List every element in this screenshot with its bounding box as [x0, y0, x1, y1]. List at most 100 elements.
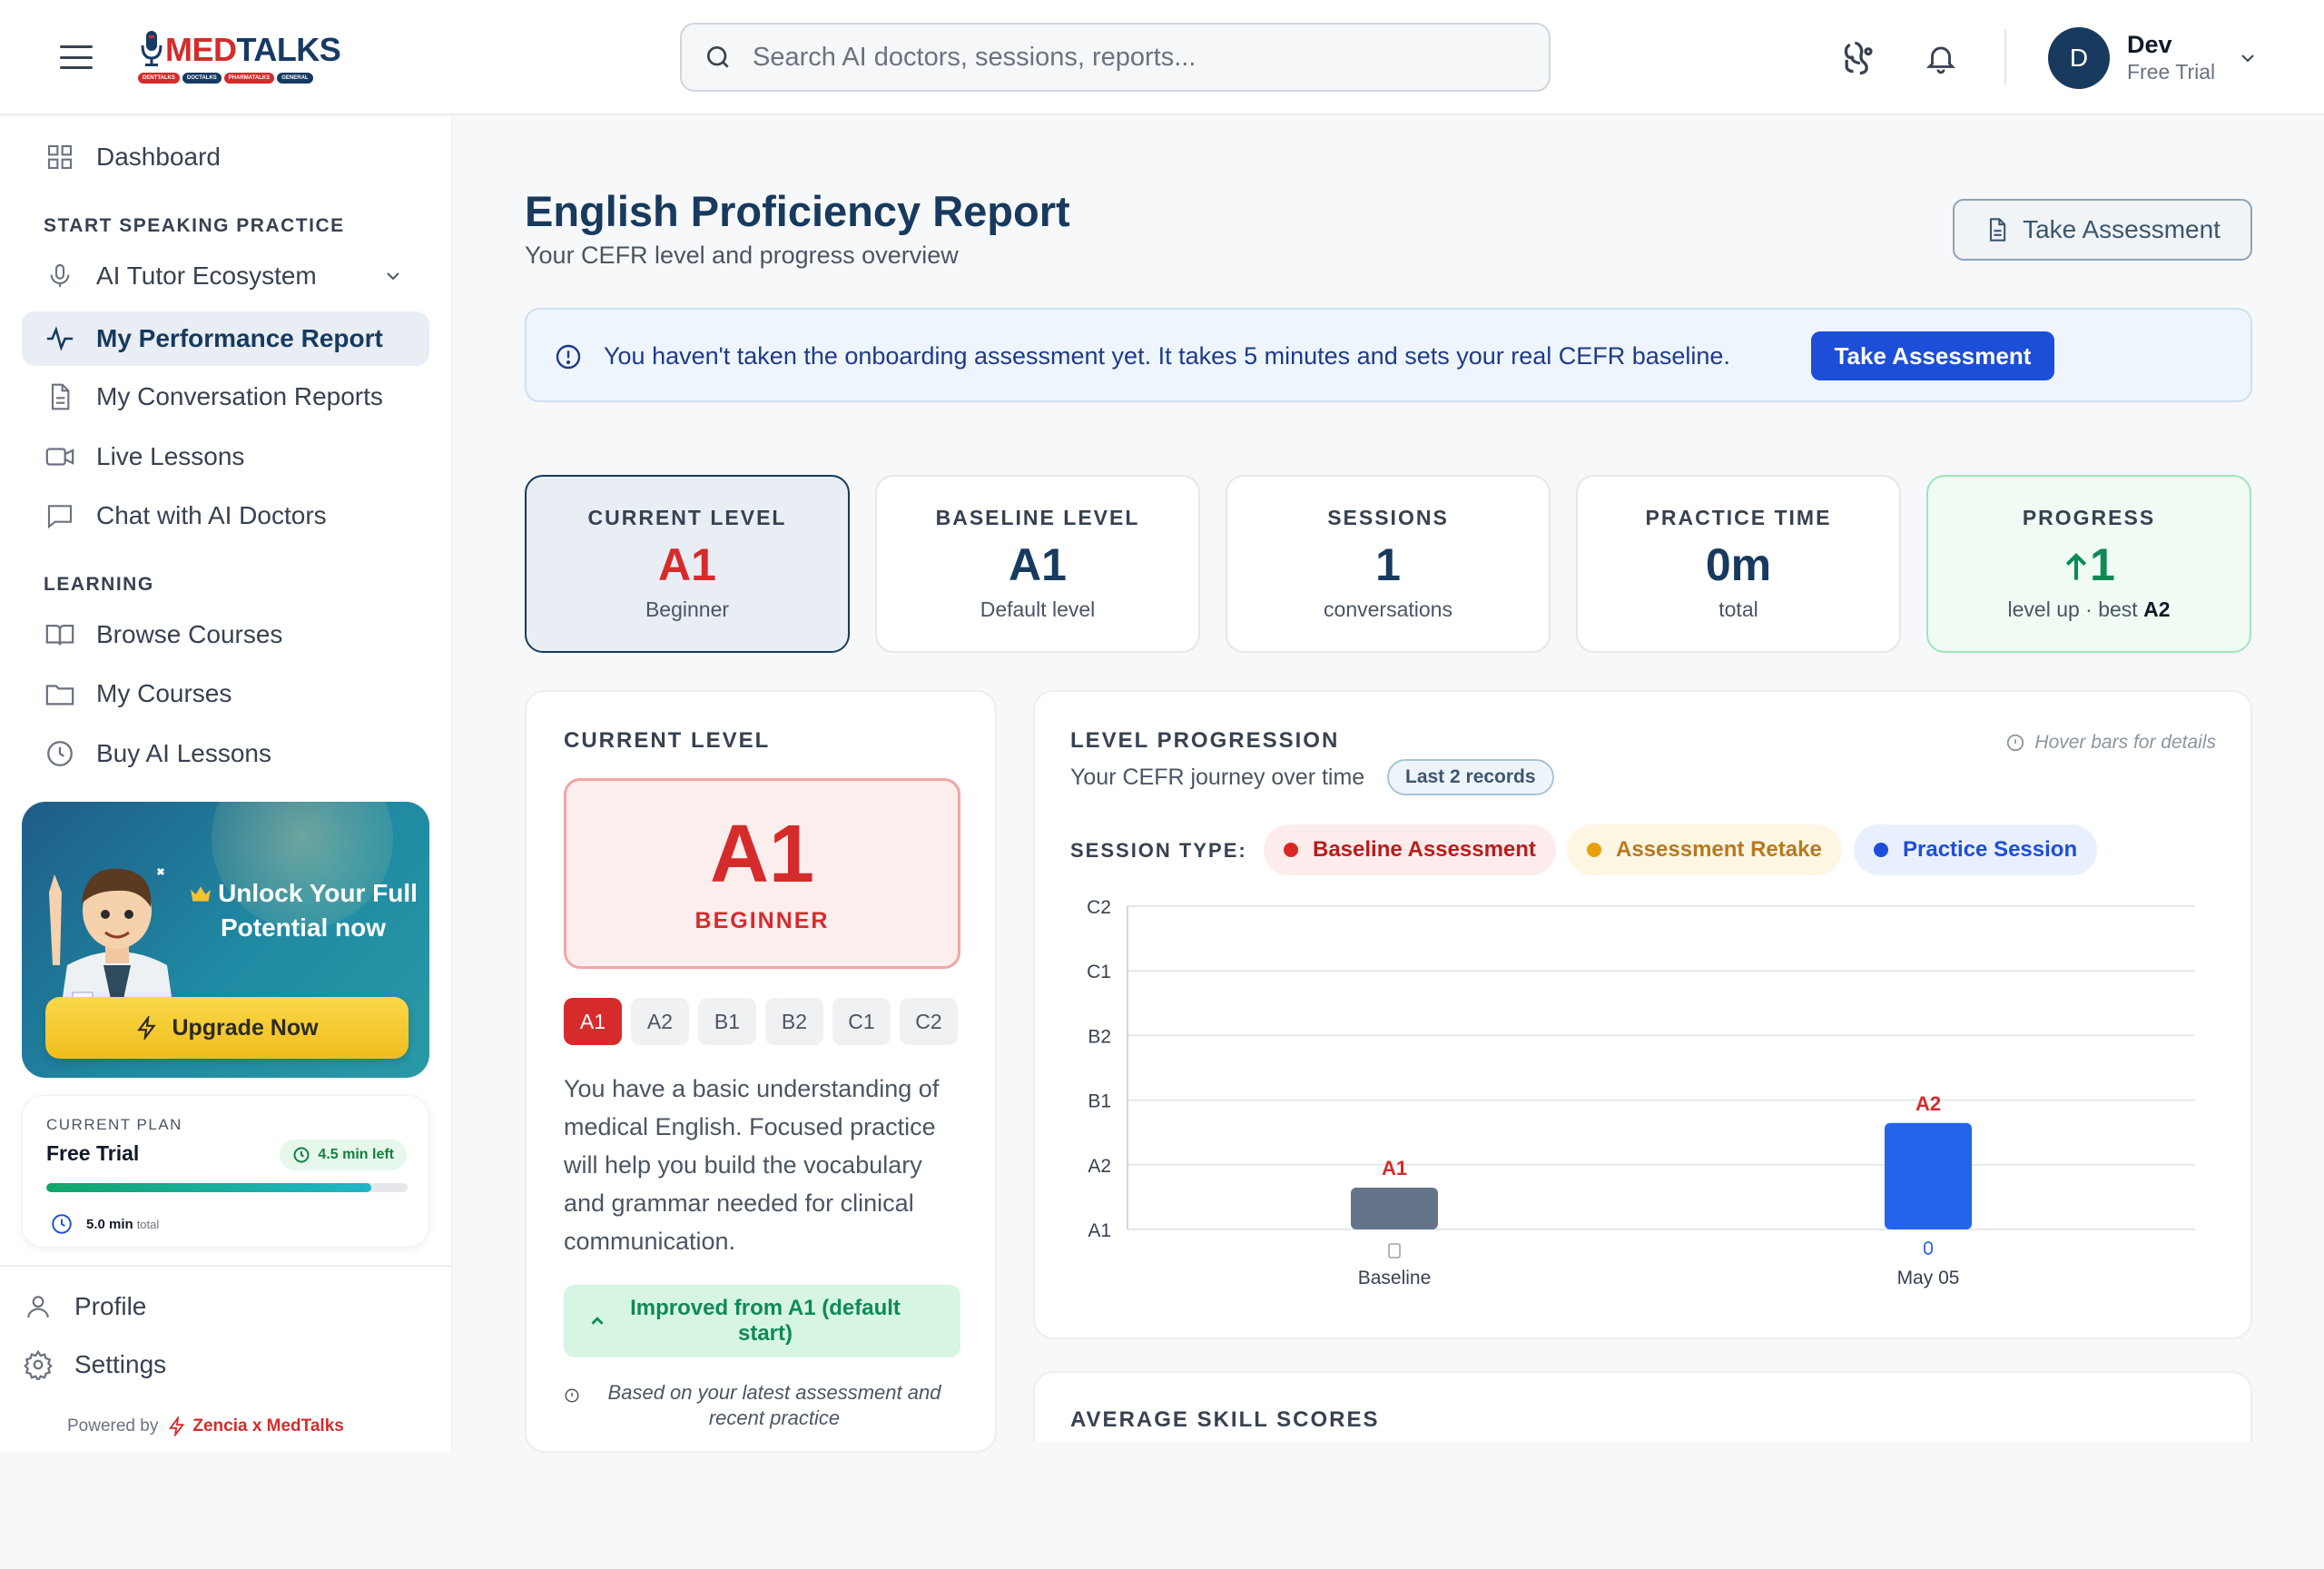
stat-label: PROGRESS: [2022, 506, 2156, 529]
info-circle-icon: [556, 344, 581, 370]
legend-dot: [1284, 843, 1298, 857]
stat-card-progress[interactable]: PROGRESS 1 level up · best A2: [1926, 475, 2251, 653]
take-assessment-button[interactable]: Take Assessment: [1953, 199, 2252, 261]
sidebar-item-label: AI Tutor Ecosystem: [96, 262, 317, 290]
document-icon: [1990, 218, 2006, 242]
stat-label: PRACTICE TIME: [1645, 506, 1832, 529]
y-tick-label: B2: [1088, 1026, 1111, 1047]
clock-icon: [293, 1147, 310, 1163]
assessment-alert-banner: You haven't taken the onboarding assessm…: [525, 308, 2252, 402]
stat-card-practice-time[interactable]: PRACTICE TIME 0m total: [1576, 475, 1901, 653]
level-chip[interactable]: A1: [564, 998, 622, 1045]
sidebar: Dashboard START SPEAKING PRACTICE AI Tut…: [0, 117, 452, 1453]
brand-name: MEDTALKS: [165, 31, 341, 68]
alert-take-assessment-button[interactable]: Take Assessment: [1811, 331, 2054, 380]
plan-total: 5.0 min total: [50, 1212, 159, 1236]
level-chip[interactable]: A2: [631, 998, 689, 1045]
session-type-label: SESSION TYPE:: [1070, 839, 1247, 862]
sidebar-item-browse-courses[interactable]: Browse Courses: [22, 607, 429, 662]
top-bar: MEDTALKS DENTTALKS DOCTALKS PHARMATALKS …: [0, 0, 2324, 115]
page-subtitle: Your CEFR level and progress overview: [525, 242, 959, 269]
legend-practice-session[interactable]: Practice Session: [1854, 824, 2098, 875]
sidebar-item-dashboard[interactable]: Dashboard: [22, 130, 429, 184]
level-chip[interactable]: C2: [900, 998, 958, 1045]
sidebar-item-ai-tutor[interactable]: AI Tutor Ecosystem: [22, 249, 429, 303]
search-input[interactable]: [753, 42, 1497, 73]
lightning-icon: [137, 1016, 157, 1040]
legend-dot: [1587, 843, 1601, 857]
logo-pill: PHARMATALKS: [223, 73, 275, 84]
clock-icon: [44, 737, 76, 770]
logo-pill: DOCTALKS: [182, 73, 222, 84]
stat-value: 1: [1928, 538, 2250, 591]
search-bar[interactable]: [680, 23, 1551, 92]
gear-icon: [22, 1348, 54, 1381]
stat-value: 1: [1375, 539, 1401, 590]
sidebar-item-conversation-reports[interactable]: My Conversation Reports: [22, 370, 429, 424]
level-code: A1: [709, 809, 815, 900]
chevron-down-icon[interactable]: [2237, 47, 2259, 69]
powered-brand-link[interactable]: Zencia x MedTalks: [167, 1416, 344, 1436]
search-icon: [707, 46, 729, 68]
stat-label: CURRENT LEVEL: [587, 506, 787, 529]
hamburger-menu-icon[interactable]: [60, 45, 93, 69]
level-chip-row: A1 A2 B1 B2 C1 C2: [564, 998, 958, 1045]
medical-assistant-icon[interactable]: [1837, 36, 1880, 80]
stat-card-sessions[interactable]: SESSIONS 1 conversations: [1226, 475, 1551, 653]
level-badge: A1 BEGINNER: [564, 778, 960, 969]
y-tick-label: A1: [1088, 1220, 1111, 1241]
level-chip[interactable]: C1: [832, 998, 891, 1045]
y-tick-label: B1: [1088, 1091, 1111, 1112]
stat-caption: conversations: [1324, 597, 1452, 621]
user-icon: [22, 1290, 54, 1323]
sidebar-item-label: Dashboard: [96, 143, 221, 171]
level-description: You have a basic understanding of medica…: [564, 1075, 940, 1255]
upgrade-promo-card: Unlock Your Full Potential now Upgrade N…: [22, 802, 429, 1078]
sidebar-item-profile[interactable]: Profile: [0, 1279, 408, 1334]
microphone-icon: [1924, 1241, 1933, 1255]
chat-bubble-icon: [44, 499, 76, 532]
stat-card-baseline-level[interactable]: BASELINE LEVEL A1 Default level: [875, 475, 1200, 653]
level-chip[interactable]: B2: [765, 998, 823, 1045]
stat-caption: Beginner: [645, 597, 730, 621]
hover-hint: Hover bars for details: [2005, 732, 2216, 754]
upgrade-now-button[interactable]: Upgrade Now: [45, 997, 409, 1059]
sidebar-item-my-courses[interactable]: My Courses: [22, 666, 429, 721]
medtalks-logo[interactable]: MEDTALKS DENTTALKS DOCTALKS PHARMATALKS …: [136, 25, 341, 89]
promo-title: Unlock Your Full Potential now: [185, 876, 421, 945]
user-name[interactable]: Dev: [2127, 31, 2172, 59]
logo-pills: DENTTALKS DOCTALKS PHARMATALKS GENERAL: [138, 73, 313, 84]
legend-assessment-retake[interactable]: Assessment Retake: [1567, 824, 1842, 875]
user-plan: Free Trial: [2127, 60, 2216, 84]
take-assessment-label: Take Assessment: [2023, 215, 2221, 243]
sidebar-item-chat-doctors[interactable]: Chat with AI Doctors: [22, 488, 429, 543]
clock-icon: [52, 1214, 72, 1234]
section-heading-speaking: START SPEAKING PRACTICE: [44, 215, 345, 236]
legend-baseline-assessment[interactable]: Baseline Assessment: [1264, 824, 1556, 875]
card-title: AVERAGE SKILL SCORES: [1070, 1407, 1380, 1432]
header-divider: [2004, 29, 2006, 85]
notification-bell-icon[interactable]: [1919, 36, 1963, 80]
chevron-down-icon[interactable]: [382, 265, 404, 287]
y-tick-label: C2: [1087, 897, 1111, 918]
bar-value-label: A2: [1915, 1092, 1941, 1115]
stat-value: A1: [658, 539, 716, 590]
plan-usage-bar: [46, 1183, 408, 1192]
page-title: English Proficiency Report: [525, 187, 1070, 235]
sidebar-item-settings[interactable]: Settings: [0, 1337, 408, 1392]
sidebar-item-buy-lessons[interactable]: Buy AI Lessons: [22, 726, 429, 781]
current-level-card: CURRENT LEVEL A1 BEGINNER A1 A2 B1 B2 C1…: [525, 690, 997, 1453]
level-chip[interactable]: B1: [698, 998, 756, 1045]
sidebar-item-label: Chat with AI Doctors: [96, 501, 327, 529]
logo-pill: GENERAL: [277, 73, 313, 84]
stat-caption: level up · best A2: [2007, 597, 2171, 621]
plan-usage-fill: [46, 1183, 372, 1192]
stat-caption: total: [1718, 597, 1758, 621]
user-avatar[interactable]: D: [2048, 27, 2110, 89]
stat-card-current-level[interactable]: CURRENT LEVEL A1 Beginner: [525, 475, 850, 653]
sidebar-item-performance-report[interactable]: My Performance Report: [22, 311, 429, 366]
sidebar-item-label: My Performance Report: [96, 324, 383, 352]
level-name: BEGINNER: [694, 908, 830, 933]
sidebar-item-live-lessons[interactable]: Live Lessons: [22, 429, 429, 484]
card-title: CURRENT LEVEL: [564, 728, 771, 753]
